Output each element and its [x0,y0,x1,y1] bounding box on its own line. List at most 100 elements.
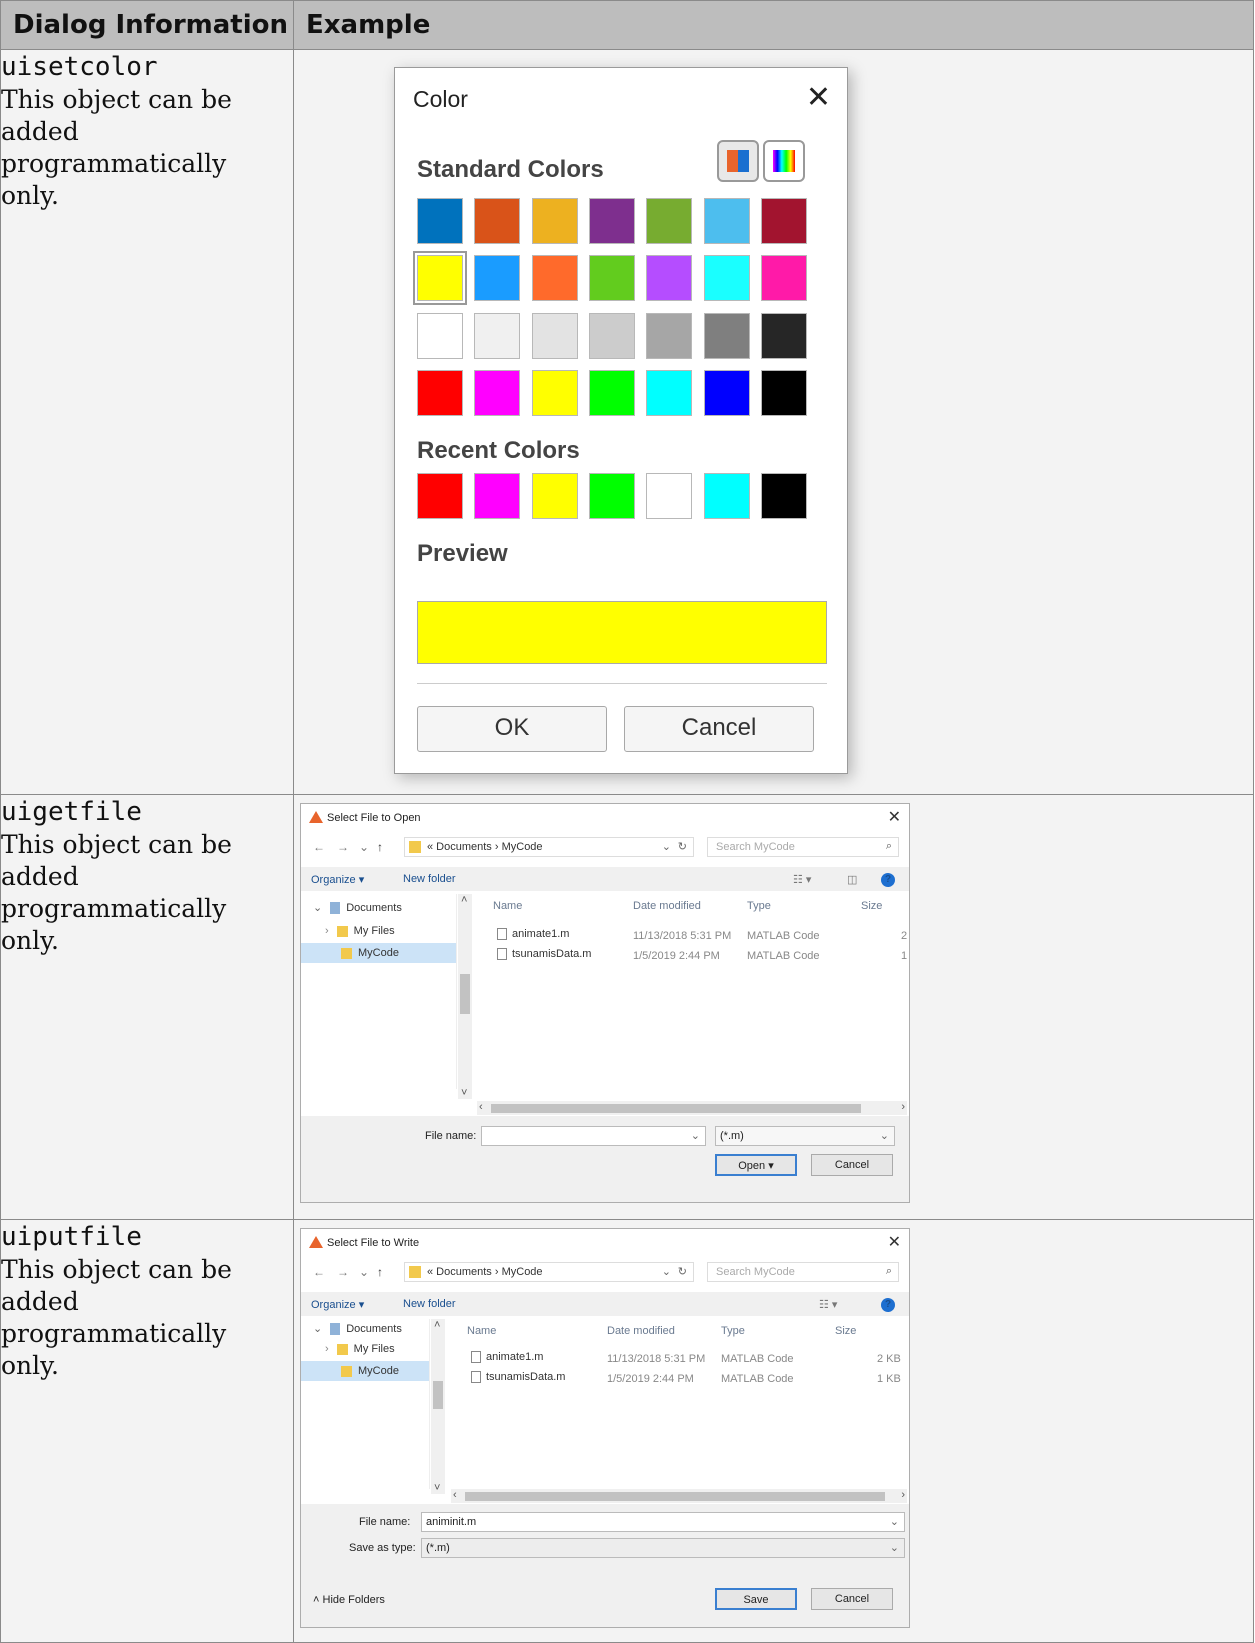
file-name-cell[interactable]: tsunamisData.m [471,1371,565,1384]
search-input[interactable]: Search MyCode ⌕ [707,837,899,857]
tree-item-my-files[interactable]: › My Files [301,921,456,941]
refresh-icon[interactable]: ↻ [678,840,687,853]
help-icon[interactable]: ? [881,1298,895,1312]
cancel-button[interactable]: Cancel [624,706,814,752]
tree-item-mycode[interactable]: MyCode [301,943,456,963]
standard-color-swatch[interactable] [646,312,693,359]
view-options-icon[interactable]: ☷ ▾ [819,1298,837,1311]
standard-color-swatch[interactable] [646,369,693,416]
recent-color-swatch[interactable] [417,473,463,519]
cancel-button[interactable]: Cancel [811,1588,893,1610]
standard-color-swatch[interactable] [417,198,463,244]
column-name[interactable]: Name [493,900,522,912]
recent-dropdown-icon[interactable]: ⌄ [359,1265,369,1279]
tree-item-my-files[interactable]: › My Files [301,1339,429,1359]
tree-item-documents[interactable]: ⌄ Documents [301,1319,429,1339]
chevron-down-icon[interactable]: ⌄ [880,1129,889,1142]
chevron-down-icon[interactable]: ⌄ [662,840,671,853]
standard-color-swatch[interactable] [588,255,635,302]
chevron-down-icon[interactable]: ⌄ [662,1265,671,1278]
chevron-down-icon[interactable]: ⌄ [691,1129,700,1142]
column-type[interactable]: Type [721,1325,745,1337]
recent-color-swatch[interactable] [646,473,693,519]
recent-color-swatch[interactable] [760,473,807,519]
save-as-type-select[interactable]: (*.m) ⌄ [421,1538,905,1558]
close-icon[interactable]: ✕ [888,807,901,827]
standard-color-swatch[interactable] [474,369,521,416]
scrollbar-thumb[interactable] [460,974,470,1014]
standard-color-swatch[interactable] [474,255,521,302]
save-button[interactable]: Save [715,1588,797,1610]
chevron-down-icon[interactable]: ⌄ [890,1515,899,1528]
recent-dropdown-icon[interactable]: ⌄ [359,840,369,854]
scroll-right-icon[interactable]: › [901,1101,905,1113]
scroll-up-icon[interactable]: ˄ [461,894,467,906]
up-arrow-icon[interactable]: ↑ [377,840,383,854]
standard-color-swatch[interactable] [417,369,463,416]
standard-color-swatch[interactable] [760,369,807,416]
address-bar[interactable]: « Documents › MyCode ⌄ ↻ [404,1262,694,1282]
close-icon[interactable]: ✕ [806,80,831,115]
column-size[interactable]: Size [861,900,882,912]
scroll-right-icon[interactable]: › [901,1489,905,1501]
scrollbar-thumb[interactable] [491,1104,861,1113]
close-icon[interactable]: ✕ [888,1232,901,1252]
column-date-modified[interactable]: Date modified [607,1325,675,1337]
standard-color-swatch[interactable] [588,369,635,416]
standard-color-swatch[interactable] [474,312,521,359]
open-button[interactable]: Open ▾ [715,1154,797,1176]
search-input[interactable]: Search MyCode ⌕ [707,1262,899,1282]
new-folder-button[interactable]: New folder [403,873,456,885]
chevron-down-icon[interactable]: ⌄ [890,1541,899,1554]
scroll-left-icon[interactable]: ‹ [479,1101,483,1113]
filter-select[interactable]: (*.m) ⌄ [715,1126,895,1146]
file-name-cell[interactable]: animate1.m [497,928,569,941]
standard-color-swatch[interactable] [531,198,578,244]
tree-item-mycode[interactable]: MyCode [301,1361,429,1381]
recent-color-swatch[interactable] [588,473,635,519]
horizontal-scrollbar[interactable]: ‹ › [477,1101,907,1115]
filename-input[interactable]: animinit.m ⌄ [421,1512,905,1532]
recent-color-swatch[interactable] [703,473,750,519]
tree-item-documents[interactable]: ⌄ Documents [301,898,456,918]
scroll-down-icon[interactable]: ˅ [461,1087,467,1099]
standard-color-swatch[interactable] [703,369,750,416]
standard-color-swatch[interactable] [531,369,578,416]
organize-menu[interactable]: Organize ▾ [311,873,364,886]
standard-color-swatch[interactable] [760,198,807,244]
standard-color-swatch[interactable] [646,255,693,302]
standard-color-swatch[interactable] [703,255,750,302]
tree-scrollbar[interactable]: ˄ ˅ [458,894,472,1099]
filename-input[interactable]: ⌄ [481,1126,706,1146]
hide-folders-toggle[interactable]: ˄ Hide Folders [313,1594,385,1606]
file-name-cell[interactable]: animate1.m [471,1351,543,1364]
forward-arrow-icon[interactable]: → [337,840,349,854]
standard-color-swatch[interactable] [703,312,750,359]
column-type[interactable]: Type [747,900,771,912]
address-bar[interactable]: « Documents › MyCode ⌄ ↻ [404,837,694,857]
palette-mode-button[interactable] [717,140,759,182]
forward-arrow-icon[interactable]: → [337,1265,349,1279]
scroll-up-icon[interactable]: ˄ [434,1319,440,1331]
up-arrow-icon[interactable]: ↑ [377,1265,383,1279]
view-options-icon[interactable]: ☷ ▾ [793,873,811,886]
column-date-modified[interactable]: Date modified [633,900,701,912]
ok-button[interactable]: OK [417,706,607,752]
scroll-down-icon[interactable]: ˅ [434,1482,440,1494]
spectrum-mode-button[interactable] [763,140,805,182]
back-arrow-icon[interactable]: ← [313,840,325,854]
standard-color-swatch[interactable] [760,312,807,359]
standard-color-swatch[interactable] [703,198,750,244]
standard-color-swatch[interactable] [531,312,578,359]
scrollbar-thumb[interactable] [433,1381,443,1409]
recent-color-swatch[interactable] [474,473,521,519]
standard-color-swatch[interactable] [588,312,635,359]
scroll-left-icon[interactable]: ‹ [453,1489,457,1501]
column-size[interactable]: Size [835,1325,856,1337]
standard-color-swatch[interactable] [760,255,807,302]
help-icon[interactable]: ? [881,873,895,887]
horizontal-scrollbar[interactable]: ‹ › [451,1489,907,1503]
file-name-cell[interactable]: tsunamisData.m [497,948,591,961]
preview-pane-icon[interactable]: ◫ [847,873,857,886]
standard-color-swatch[interactable] [417,312,463,359]
